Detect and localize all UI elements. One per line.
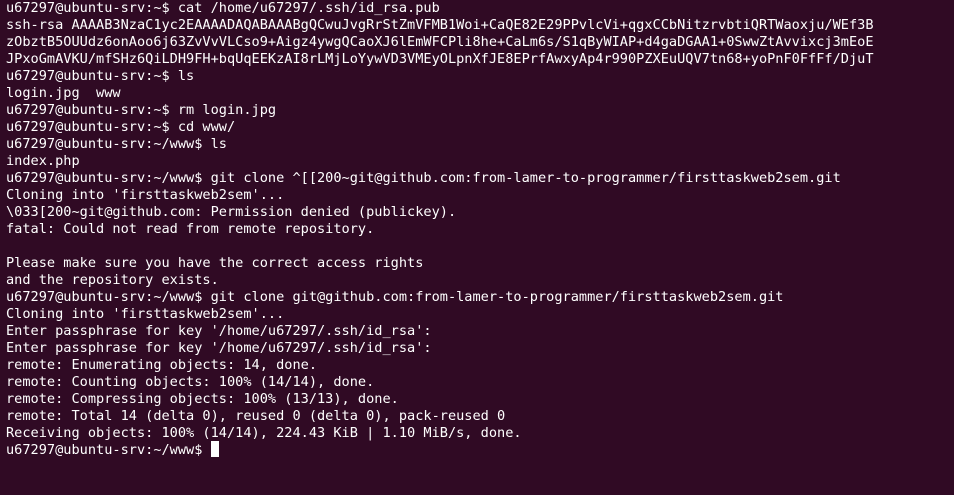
terminal-prompt-line[interactable]: u67297@ubuntu-srv:~/www$ [6,441,954,459]
terminal-line: index.php [6,153,80,169]
terminal-line: and the repository exists. [6,272,219,288]
terminal-output: u67297@ubuntu-srv:~$ cat /home/u67297/.s… [6,0,954,459]
text-cursor [210,441,219,457]
terminal-line: u67297@ubuntu-srv:~$ cat /home/u67297/.s… [6,0,440,16]
terminal-line: Cloning into 'firsttaskweb2sem'... [6,306,285,322]
terminal-line: fatal: Could not read from remote reposi… [6,221,375,237]
terminal-prompt: u67297@ubuntu-srv:~/www$ [6,442,211,458]
terminal-line: u67297@ubuntu-srv:~$ rm login.jpg [6,102,277,118]
terminal-line: remote: Enumerating objects: 14, done. [6,357,317,373]
terminal-line: Enter passphrase for key '/home/u67297/.… [6,323,432,339]
terminal-line: remote: Total 14 (delta 0), reused 0 (de… [6,408,506,424]
terminal-line: u67297@ubuntu-srv:~/www$ git clone ^[[20… [6,170,841,186]
terminal-line: \033[200~git@github.com: Permission deni… [6,204,457,220]
terminal-line: u67297@ubuntu-srv:~/www$ git clone git@g… [6,289,784,305]
terminal-line: remote: Counting objects: 100% (14/14), … [6,374,375,390]
terminal-line: JPxoGmAVKU/mfSHz6QiLDH9FH+bqUqEEKzAI8rLM… [6,51,874,67]
terminal-line: remote: Compressing objects: 100% (13/13… [6,391,399,407]
terminal-line: Receiving objects: 100% (14/14), 224.43 … [6,425,522,441]
terminal-line: zObztB5OUUdz6onAoo6j63ZvVvVLCso9+Aigz4yw… [6,34,874,50]
terminal-line: ssh-rsa AAAAB3NzaC1yc2EAAAADAQABAAABgQCw… [6,17,874,33]
terminal-line: Enter passphrase for key '/home/u67297/.… [6,340,432,356]
terminal-line: u67297@ubuntu-srv:~$ ls [6,68,195,84]
terminal-line: Please make sure you have the correct ac… [6,255,424,271]
terminal-line: login.jpg www [6,85,121,101]
terminal-line: u67297@ubuntu-srv:~/www$ ls [6,136,227,152]
terminal-line: Cloning into 'firsttaskweb2sem'... [6,187,285,203]
terminal-line: u67297@ubuntu-srv:~$ cd www/ [6,119,236,135]
terminal-window[interactable]: u67297@ubuntu-srv:~$ cat /home/u67297/.s… [0,0,954,495]
